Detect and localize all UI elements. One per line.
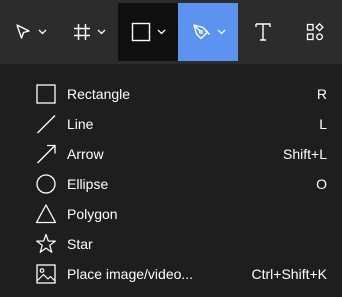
menu-item-shortcut: Ctrl+Shift+K [251,266,327,282]
menu-item-polygon[interactable]: Polygon [0,199,342,229]
menu-item-ellipse[interactable]: Ellipse O [0,169,342,199]
menu-item-rectangle[interactable]: Rectangle R [0,79,342,109]
chevron-down-icon[interactable] [97,29,106,35]
menu-item-star[interactable]: Star [0,229,342,259]
pen-icon [192,24,210,40]
image-icon [36,264,56,284]
rectangle-icon [36,84,56,104]
frame-tool-button[interactable] [60,3,118,61]
square-icon [131,22,150,42]
menu-item-label: Arrow [67,146,104,162]
shape-tool-button[interactable] [118,3,178,61]
move-tool-button[interactable] [0,3,60,61]
menu-item-shortcut: O [316,176,327,192]
menu-item-label: Line [67,116,94,132]
resources-icon [306,22,324,41]
menu-item-label: Rectangle [67,86,131,102]
pen-tool-button[interactable] [178,3,238,61]
star-icon [36,233,56,253]
menu-item-label: Star [67,236,93,252]
line-icon [37,115,56,134]
menu-item-shortcut: Shift+L [283,146,327,162]
chevron-down-icon[interactable] [217,29,226,35]
cursor-icon [15,24,30,39]
text-icon [255,23,271,41]
shape-dropdown-menu: Rectangle R Line L Arrow Shift+L Ellipse… [0,76,342,297]
chevron-down-icon[interactable] [38,29,47,35]
menu-item-place-image[interactable]: Place image/video... Ctrl+Shift+K [0,259,342,289]
menu-item-label: Polygon [67,206,118,222]
text-tool-button[interactable] [238,3,288,61]
chevron-down-icon[interactable] [157,29,166,35]
polygon-icon [35,204,57,224]
resources-tool-button[interactable] [288,3,342,61]
frame-icon [73,24,90,40]
menu-item-label: Place image/video... [67,266,194,282]
menu-item-label: Ellipse [67,176,109,192]
menu-item-line[interactable]: Line L [0,109,342,139]
arrow-icon [37,144,56,164]
menu-item-shortcut: L [319,116,327,132]
ellipse-icon [36,174,56,194]
menu-item-shortcut: R [316,86,327,102]
menu-item-arrow[interactable]: Arrow Shift+L [0,139,342,169]
toolbar [0,0,342,64]
